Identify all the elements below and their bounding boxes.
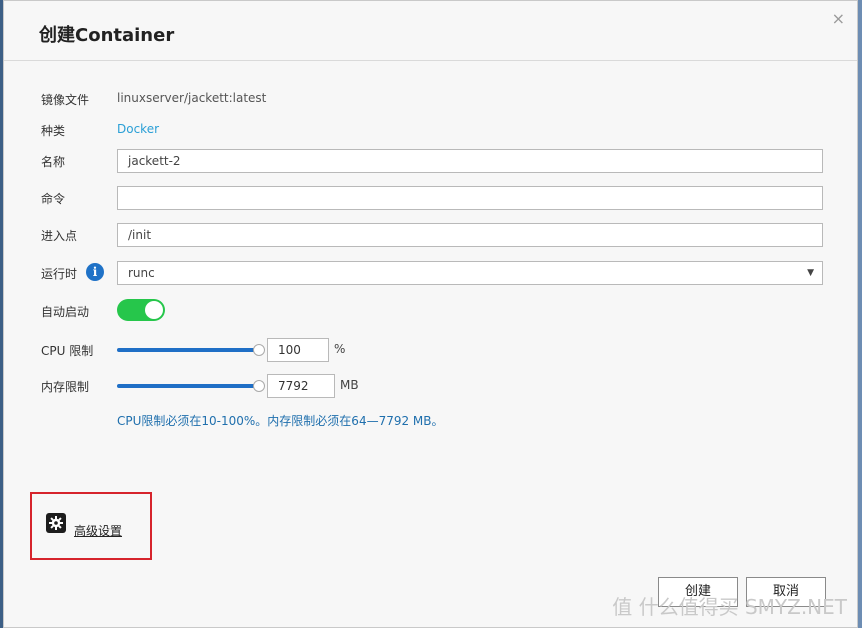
command-row: 命令 (4, 186, 857, 212)
dialog-title: 创建Container (39, 25, 175, 46)
command-label: 命令 (41, 192, 66, 206)
cpu-slider-track[interactable] (117, 348, 255, 352)
memory-unit: MB (340, 378, 359, 392)
entrypoint-row: 进入点 /init (4, 223, 857, 249)
name-row: 名称 jackett-2 (4, 149, 857, 175)
autostart-label: 自动启动 (41, 305, 90, 319)
cpu-limit-input[interactable]: 100 (267, 338, 329, 362)
memory-slider-track[interactable] (117, 384, 255, 388)
memory-limit-label: 内存限制 (41, 380, 90, 394)
cpu-unit: % (334, 342, 346, 356)
command-input[interactable] (117, 186, 823, 210)
create-container-dialog: 创建Container × 镜像文件 linuxserver/jackett:l… (3, 0, 858, 628)
runtime-label: 运行时 (41, 267, 78, 281)
close-icon[interactable]: × (832, 9, 845, 28)
advanced-settings-link[interactable]: 高级设置 (74, 522, 122, 539)
chevron-down-icon: ▼ (807, 268, 814, 278)
gear-icon[interactable] (46, 513, 66, 533)
memory-limit-row: 内存限制 7792 MB (4, 374, 857, 400)
entrypoint-input[interactable]: /init (117, 223, 823, 247)
dialog-header: 创建Container × (4, 1, 857, 61)
background-right-edge (858, 0, 862, 628)
name-label: 名称 (41, 155, 66, 169)
limit-hint: CPU限制必须在10-100%。内存限制必须在64—7792 MB。 (117, 414, 444, 428)
runtime-select[interactable]: runc ▼ (117, 261, 823, 285)
toggle-knob (145, 301, 163, 319)
runtime-row: 运行时 i runc ▼ (4, 261, 857, 287)
image-value: linuxserver/jackett:latest (117, 91, 267, 105)
type-value: Docker (117, 122, 160, 136)
cpu-limit-row: CPU 限制 100 % (4, 338, 857, 364)
type-label: 种类 (41, 124, 66, 138)
name-input[interactable]: jackett-2 (117, 149, 823, 173)
info-icon[interactable]: i (86, 263, 104, 281)
entrypoint-label: 进入点 (41, 229, 78, 243)
memory-slider-handle[interactable] (253, 380, 265, 392)
image-row: 镜像文件 linuxserver/jackett:latest (4, 87, 857, 113)
autostart-row: 自动启动 (4, 299, 857, 325)
cpu-slider-handle[interactable] (253, 344, 265, 356)
cpu-limit-label: CPU 限制 (41, 344, 94, 358)
autostart-toggle[interactable] (117, 299, 165, 321)
type-row: 种类 Docker (4, 118, 857, 144)
runtime-selected-value: runc (128, 266, 155, 280)
memory-limit-input[interactable]: 7792 (267, 374, 335, 398)
image-label: 镜像文件 (41, 93, 90, 107)
watermark: 值 什么值得买 SMYZ.NET (612, 595, 847, 619)
